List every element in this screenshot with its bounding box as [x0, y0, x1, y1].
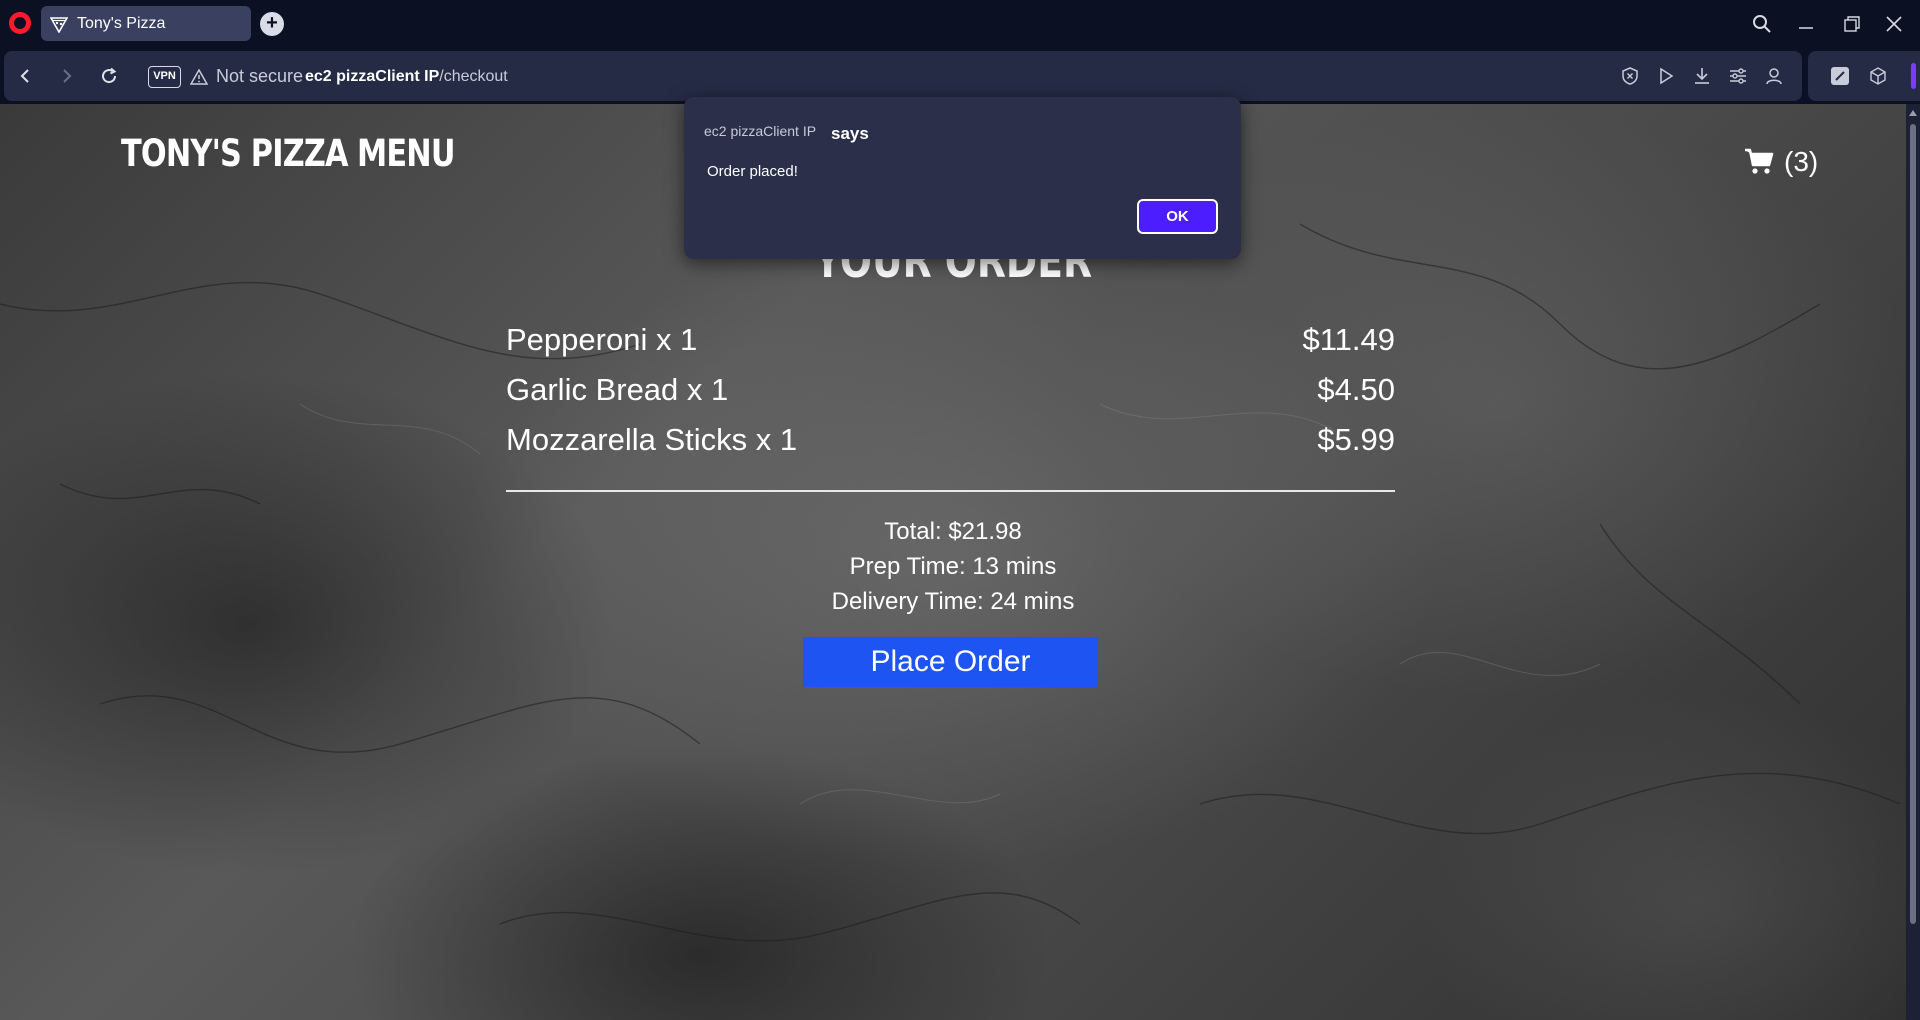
tab-tonys-pizza[interactable]: Tony's Pizza: [41, 6, 251, 41]
cart-count: (3): [1784, 146, 1819, 177]
profile-icon[interactable]: [1762, 64, 1786, 88]
close-window-icon[interactable]: [1880, 10, 1908, 38]
notes-extension-icon[interactable]: [1828, 64, 1852, 88]
order-item: Garlic Bread x 1 $4.50: [506, 372, 1395, 422]
order-item-price: $4.50: [1317, 372, 1395, 407]
url-text[interactable]: ec2 pizzaClient IP/checkout: [305, 68, 508, 86]
order-item: Pepperoni x 1 $11.49: [506, 322, 1395, 372]
order-total: Total: $21.98: [884, 518, 1022, 545]
order-item: Mozzarella Sticks x 1 $5.99: [506, 422, 1395, 472]
extensions-panel: [1808, 51, 1920, 101]
play-icon[interactable]: [1654, 64, 1678, 88]
url-host: ec2 pizzaClient IP: [305, 68, 440, 85]
cart-button[interactable]: (3): [1744, 146, 1818, 178]
easy-setup-icon[interactable]: [1726, 64, 1750, 88]
address-bar[interactable]: VPN Not secure ec2 pizzaClient IP/checko…: [4, 51, 1802, 101]
forward-icon[interactable]: [54, 63, 80, 89]
ad-blocker-icon[interactable]: [1618, 64, 1642, 88]
navigation-bar: VPN Not secure ec2 pizzaClient IP/checko…: [0, 49, 1920, 104]
order-items-list: Pepperoni x 1 $11.49 Garlic Bread x 1 $4…: [506, 322, 1395, 472]
shopping-cart-icon: [1745, 148, 1774, 174]
new-tab-button[interactable]: +: [260, 12, 284, 36]
scrollbar-thumb[interactable]: [1910, 124, 1916, 924]
brand-logo-link[interactable]: TONY'S PIZZA: [121, 132, 349, 175]
page-scrollbar[interactable]: [1906, 104, 1920, 1020]
dialog-origin: ec2 pizzaClient IP: [704, 123, 817, 139]
menu-nav-link[interactable]: MENU: [357, 132, 455, 175]
place-order-button[interactable]: Place Order: [803, 637, 1098, 687]
url-path: /checkout: [439, 68, 508, 85]
delivery-time: Delivery Time: 24 mins: [831, 588, 1075, 615]
tab-title: Tony's Pizza: [77, 14, 166, 32]
prep-time: Prep Time: 13 mins: [849, 553, 1057, 580]
pizza-favicon-icon: [49, 14, 69, 34]
warning-icon: [190, 68, 208, 85]
order-item-name: Pepperoni x 1: [506, 322, 698, 357]
dialog-message: Order placed!: [707, 163, 798, 180]
back-icon[interactable]: [12, 63, 38, 89]
minimize-icon[interactable]: [1792, 10, 1820, 38]
title-bar: Tony's Pizza +: [0, 0, 1920, 49]
download-icon[interactable]: [1690, 64, 1714, 88]
reload-icon[interactable]: [96, 63, 122, 89]
dialog-says: says: [831, 124, 869, 143]
alert-dialog: ec2 pizzaClient IP says Order placed! OK: [684, 97, 1241, 259]
order-divider: [506, 490, 1395, 492]
sidebar-accent: [1911, 63, 1916, 89]
order-item-name: Mozzarella Sticks x 1: [506, 422, 798, 457]
restore-icon[interactable]: [1838, 10, 1866, 38]
opera-logo-icon[interactable]: [9, 12, 31, 34]
order-item-price: $5.99: [1317, 422, 1395, 457]
vpn-badge[interactable]: VPN: [148, 66, 181, 88]
search-icon[interactable]: [1748, 10, 1776, 38]
order-item-price: $11.49: [1302, 322, 1395, 357]
not-secure-label: Not secure: [216, 66, 304, 86]
dialog-ok-button[interactable]: OK: [1137, 199, 1218, 234]
order-item-name: Garlic Bread x 1: [506, 372, 729, 407]
order-summary: Total: $21.98 Prep Time: 13 mins Deliver…: [0, 514, 1906, 619]
security-indicator[interactable]: Not secure: [190, 66, 303, 87]
extensions-cube-icon[interactable]: [1866, 64, 1890, 88]
scroll-up-arrow-icon[interactable]: [1909, 110, 1917, 116]
